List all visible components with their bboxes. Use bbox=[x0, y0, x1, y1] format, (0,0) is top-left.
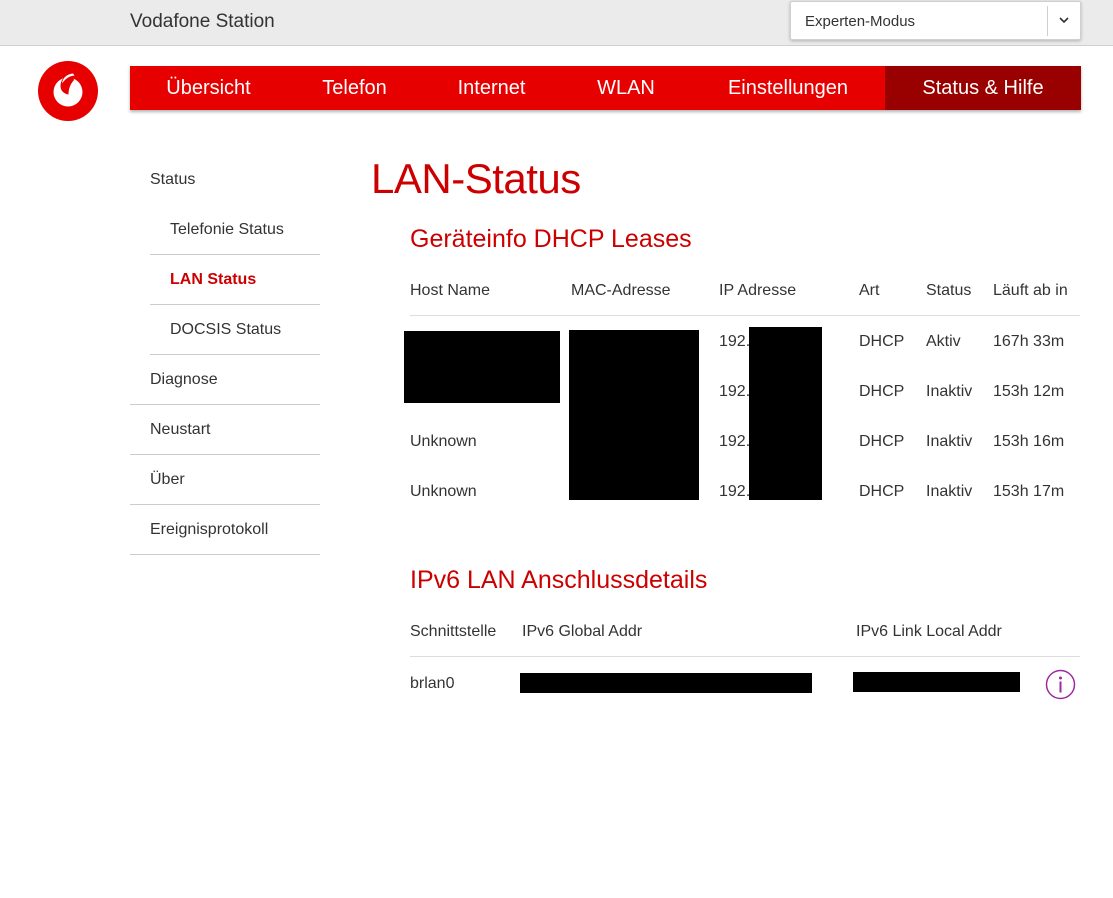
mode-select-divider bbox=[1047, 6, 1048, 36]
dhcp-row-expires: 167h 33m bbox=[993, 333, 1065, 350]
sidebar-item-label: Status bbox=[150, 171, 196, 188]
dhcp-row-ip: 192. bbox=[719, 333, 751, 350]
col-ipv6-global: IPv6 Global Addr bbox=[522, 623, 643, 640]
top-bar: Vodafone Station Experten-Modus bbox=[0, 0, 1113, 46]
ipv6-section-title: IPv6 LAN Anschlussdetails bbox=[410, 566, 708, 594]
dhcp-row-art: DHCP bbox=[859, 383, 905, 400]
col-ip-adresse: IP Adresse bbox=[719, 282, 797, 299]
redacted-ipv6-link-local bbox=[853, 672, 1020, 692]
redacted-ipv6-global bbox=[520, 673, 812, 693]
sidebar-item-label: DOCSIS Status bbox=[170, 320, 282, 338]
sidebar-item-telefonie-status[interactable]: Telefonie Status bbox=[150, 205, 320, 255]
dhcp-row-art: DHCP bbox=[859, 433, 905, 450]
dhcp-row-expires: 153h 17m bbox=[993, 483, 1065, 500]
col-expires: Läuft ab in bbox=[993, 282, 1068, 299]
sidebar: Status Telefonie Status LAN Status DOCSI… bbox=[130, 155, 320, 555]
nav-wlan[interactable]: WLAN bbox=[561, 66, 691, 110]
col-ipv6-link-local: IPv6 Link Local Addr bbox=[856, 623, 1002, 640]
sidebar-item-lan-status[interactable]: LAN Status bbox=[150, 255, 320, 305]
nav-label: WLAN bbox=[597, 76, 655, 99]
col-status: Status bbox=[926, 282, 972, 299]
nav-uebersicht[interactable]: Übersicht bbox=[130, 66, 287, 110]
sidebar-item-neustart[interactable]: Neustart bbox=[130, 405, 320, 455]
app-title: Vodafone Station bbox=[130, 11, 275, 32]
sidebar-item-label: Telefonie Status bbox=[170, 220, 284, 238]
col-art: Art bbox=[859, 282, 880, 299]
sidebar-item-label: Ereignisprotokoll bbox=[150, 520, 269, 538]
dhcp-header-divider bbox=[410, 315, 1080, 316]
redacted-ip-addresses bbox=[749, 327, 822, 500]
mode-select-value: Experten-Modus bbox=[805, 13, 916, 30]
nav-einstellungen[interactable]: Einstellungen bbox=[691, 66, 885, 110]
nav-label: Internet bbox=[457, 76, 526, 99]
sidebar-item-label: Über bbox=[150, 470, 185, 488]
ipv6-header-divider bbox=[410, 656, 1080, 657]
nav-internet[interactable]: Internet bbox=[422, 66, 561, 110]
info-icon[interactable] bbox=[1045, 669, 1076, 700]
dhcp-row-ip: 192. bbox=[719, 483, 751, 500]
nav-label: Übersicht bbox=[166, 76, 251, 99]
sidebar-item-label: Diagnose bbox=[150, 370, 218, 388]
dhcp-row-status: Inaktiv bbox=[926, 383, 973, 400]
sidebar-item-docsis-status[interactable]: DOCSIS Status bbox=[150, 305, 320, 355]
sidebar-item-diagnose[interactable]: Diagnose bbox=[130, 355, 320, 405]
dhcp-row-status: Inaktiv bbox=[926, 433, 973, 450]
dhcp-row-art: DHCP bbox=[859, 333, 905, 350]
dhcp-row-ip: 192. bbox=[719, 383, 751, 400]
nav-status-hilfe[interactable]: Status & Hilfe bbox=[885, 66, 1081, 110]
sidebar-item-status[interactable]: Status bbox=[130, 155, 320, 205]
dhcp-row-expires: 153h 16m bbox=[993, 433, 1065, 450]
col-schnittstelle: Schnittstelle bbox=[410, 623, 497, 640]
main-nav: Übersicht Telefon Internet WLAN Einstell… bbox=[130, 66, 1081, 110]
page-title: LAN-Status bbox=[371, 155, 581, 202]
nav-telefon[interactable]: Telefon bbox=[287, 66, 422, 110]
nav-label: Status & Hilfe bbox=[922, 76, 1044, 99]
redacted-mac-addresses bbox=[569, 330, 699, 500]
col-host-name: Host Name bbox=[410, 282, 491, 299]
dhcp-row-host: Unknown bbox=[410, 483, 477, 500]
nav-label: Einstellungen bbox=[727, 76, 849, 99]
dhcp-row-art: DHCP bbox=[859, 483, 905, 500]
ipv6-row-interface: brlan0 bbox=[410, 675, 455, 692]
sidebar-item-ereignisprotokoll[interactable]: Ereignisprotokoll bbox=[130, 505, 320, 555]
dhcp-row-host: Unknown bbox=[410, 433, 477, 450]
col-mac-adresse: MAC-Adresse bbox=[571, 282, 671, 299]
dhcp-row-ip: 192. bbox=[719, 433, 751, 450]
sidebar-item-ueber[interactable]: Über bbox=[130, 455, 320, 505]
redacted-host-names bbox=[404, 331, 560, 403]
nav-label: Telefon bbox=[322, 76, 387, 99]
dhcp-row-expires: 153h 12m bbox=[993, 383, 1065, 400]
sidebar-item-label: Neustart bbox=[150, 420, 211, 438]
chevron-down-icon[interactable] bbox=[1054, 10, 1074, 30]
dhcp-row-status: Aktiv bbox=[926, 333, 961, 350]
dhcp-row-status: Inaktiv bbox=[926, 483, 973, 500]
sidebar-item-label: LAN Status bbox=[170, 270, 257, 288]
mode-select[interactable]: Experten-Modus bbox=[790, 1, 1081, 40]
dhcp-section-title: Geräteinfo DHCP Leases bbox=[410, 225, 692, 253]
vodafone-logo[interactable] bbox=[38, 61, 98, 121]
